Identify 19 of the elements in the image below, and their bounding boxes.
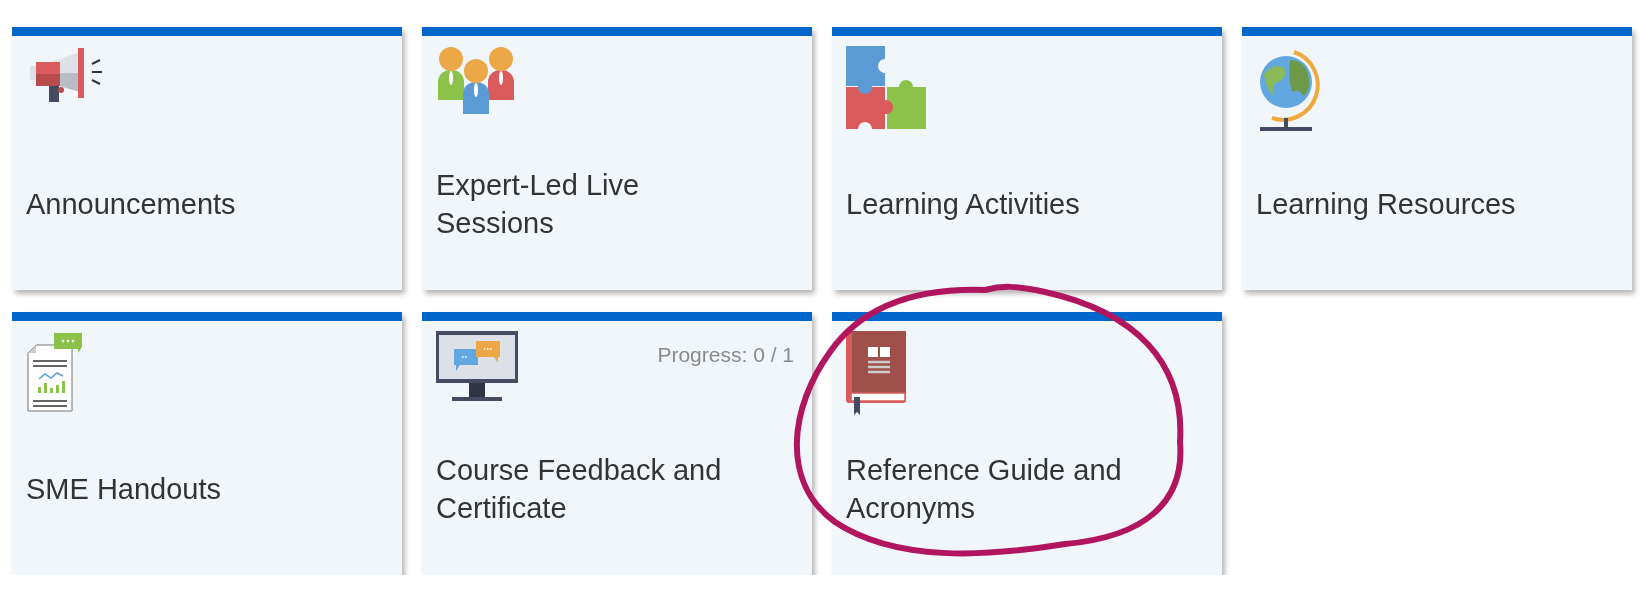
card-title: Learning Resources (1256, 187, 1516, 222)
section-card[interactable]: Learning Activities (832, 27, 1222, 290)
card-title: SME Handouts (26, 472, 222, 507)
card-title: Expert-Led Live Sessions (436, 168, 641, 241)
puzzle-icon (846, 46, 926, 130)
section-card[interactable]: Learning Resources (1242, 27, 1632, 290)
monitor-icon (436, 331, 518, 403)
section-card[interactable]: SME Handouts (12, 312, 402, 575)
card-title: Reference Guide and Acronyms (846, 453, 1123, 526)
card-title: Course Feedback and Certificate (436, 453, 723, 526)
section-card[interactable]: Expert-Led Live Sessions (422, 27, 812, 290)
section-card[interactable]: Course Feedback and Certificate Progress: 0 / 1 (422, 312, 812, 575)
progress-label: Progress: 0 / 1 (657, 343, 794, 367)
card-title: Learning Activities (846, 187, 1080, 222)
card-title: Announcements (26, 187, 236, 222)
book-icon (846, 331, 906, 415)
section-card[interactable]: Reference Guide and Acronyms (832, 312, 1222, 575)
people-icon (436, 46, 516, 114)
section-card[interactable]: Announcements (12, 27, 402, 290)
